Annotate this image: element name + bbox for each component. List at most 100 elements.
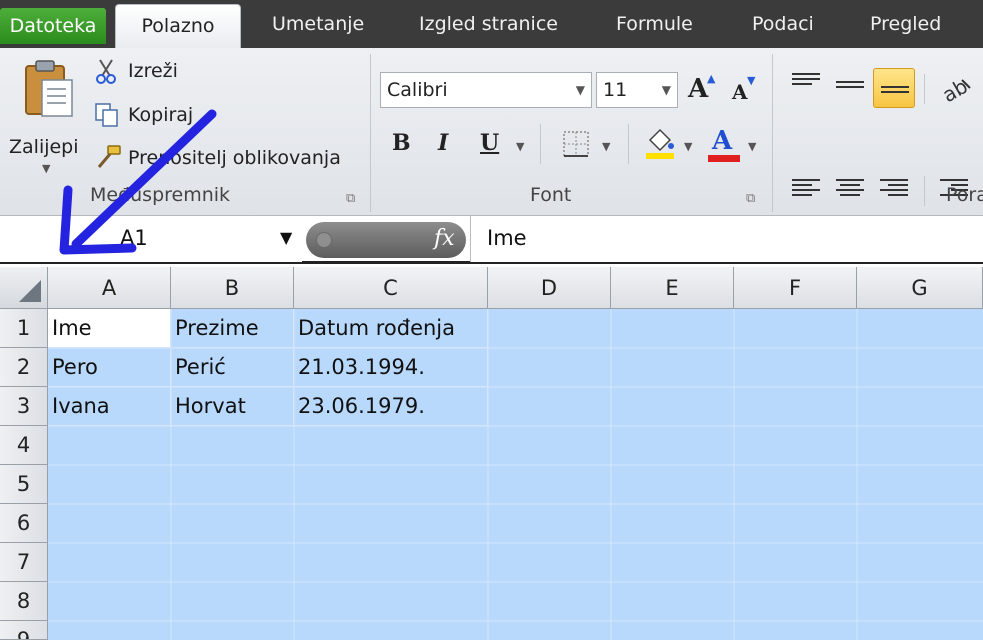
font-color-dropdown-icon[interactable]: ▼ xyxy=(748,140,756,153)
alignment-group-label: Pora xyxy=(946,184,983,206)
row-header-5[interactable]: 5 xyxy=(0,465,48,504)
formula-input[interactable]: Ime xyxy=(470,216,983,262)
cell-a2[interactable]: Pero xyxy=(48,348,171,387)
cell-a3[interactable]: Ivana xyxy=(48,387,171,426)
font-size-value: 11 xyxy=(603,79,628,101)
name-box-value: A1 xyxy=(120,226,148,250)
ribbon: Zalijepi ▼ Izreži Kopiraj Prenositelj ob… xyxy=(0,48,983,216)
align-left-icon[interactable] xyxy=(792,176,820,200)
tab-insert[interactable]: Umetanje xyxy=(272,0,364,48)
copy-button[interactable]: Kopiraj xyxy=(94,102,224,132)
orientation-icon[interactable]: ab xyxy=(940,74,974,104)
borders-dropdown-icon[interactable]: ▼ xyxy=(602,140,610,153)
paste-icon xyxy=(25,60,73,117)
font-launcher-icon[interactable]: ⧉ xyxy=(746,191,755,206)
tab-page-layout[interactable]: Izgled stranice xyxy=(419,0,558,48)
formula-controls: fx xyxy=(306,222,466,258)
divider xyxy=(924,74,925,104)
cell-b1[interactable]: Prezime xyxy=(171,309,294,348)
ribbon-tab-bar: Datoteka Polazno Umetanje Izgled stranic… xyxy=(0,0,983,50)
copy-label: Kopiraj xyxy=(128,104,194,126)
align-bottom-icon xyxy=(881,83,909,107)
increase-icon: ▲ xyxy=(707,72,716,85)
cell-b2[interactable]: Perić xyxy=(171,348,294,387)
align-top-icon[interactable] xyxy=(792,70,820,94)
chevron-down-icon: ▼ xyxy=(575,83,585,97)
divider xyxy=(628,124,629,164)
cut-label: Izreži xyxy=(128,60,178,82)
font-color-label: A xyxy=(712,126,733,156)
row-header-9[interactable]: 9 xyxy=(0,621,48,640)
column-header-d[interactable]: D xyxy=(488,267,611,309)
shrink-font-button[interactable]: A xyxy=(732,80,748,104)
group-divider xyxy=(772,54,773,212)
grow-font-button[interactable]: A xyxy=(688,74,708,104)
cell-c1[interactable]: Datum rođenja xyxy=(294,309,488,348)
font-size-select[interactable]: 11 ▼ xyxy=(596,72,678,108)
font-name-value: Calibri xyxy=(387,79,448,101)
font-group-label: Font xyxy=(530,184,572,206)
column-header-f[interactable]: F xyxy=(734,267,857,309)
row-header-4[interactable]: 4 xyxy=(0,426,48,465)
align-middle-icon[interactable] xyxy=(836,78,864,102)
select-all-icon xyxy=(19,280,41,302)
formula-bar: A1 ▼ fx Ime xyxy=(0,216,983,264)
scissors-icon xyxy=(96,59,116,84)
underline-button[interactable]: U xyxy=(480,130,499,156)
paste-label: Zalijepi xyxy=(9,136,79,158)
insert-function-button[interactable]: fx xyxy=(434,226,455,251)
cell-c2[interactable]: 21.03.1994. xyxy=(294,348,488,387)
tab-home[interactable]: Polazno xyxy=(115,4,241,50)
tab-data[interactable]: Podaci xyxy=(752,0,814,48)
row-header-1[interactable]: 1 xyxy=(0,309,48,348)
align-center-icon[interactable] xyxy=(836,176,864,200)
row-header-8[interactable]: 8 xyxy=(0,582,48,621)
clipboard-group-label: Međuspremnik xyxy=(90,184,231,206)
svg-text:ab: ab xyxy=(940,74,972,104)
cell-c3[interactable]: 23.06.1979. xyxy=(294,387,488,426)
borders-icon[interactable] xyxy=(562,130,590,158)
paste-button[interactable]: Zalijepi ▼ xyxy=(8,56,84,176)
tab-review[interactable]: Pregled xyxy=(870,0,941,48)
row-header-3[interactable]: 3 xyxy=(0,387,48,426)
column-header-g[interactable]: G xyxy=(857,267,983,309)
tab-formulas[interactable]: Formule xyxy=(616,0,693,48)
format-painter-button[interactable]: Prenositelj oblikovanja xyxy=(94,144,362,174)
spreadsheet-grid: A B C D E F G 1 2 3 4 5 6 7 8 9 Ime Prez… xyxy=(0,267,983,640)
font-name-select[interactable]: Calibri ▼ xyxy=(380,72,592,108)
fill-color-dropdown-icon[interactable]: ▼ xyxy=(684,140,692,153)
select-all-button[interactable] xyxy=(0,267,48,309)
font-color-button[interactable]: A xyxy=(706,124,740,164)
divider xyxy=(540,124,541,164)
paste-dropdown-icon[interactable]: ▼ xyxy=(42,162,50,175)
align-bottom-button[interactable] xyxy=(873,68,915,108)
chevron-down-icon[interactable]: ▼ xyxy=(280,228,292,247)
column-header-a[interactable]: A xyxy=(48,267,171,309)
bold-button[interactable]: B xyxy=(392,130,411,156)
column-header-b[interactable]: B xyxy=(171,267,294,309)
column-header-e[interactable]: E xyxy=(611,267,734,309)
group-divider xyxy=(370,54,371,212)
cell-a1[interactable]: Ime xyxy=(48,309,171,348)
formula-value: Ime xyxy=(487,226,527,250)
format-painter-label: Prenositelj oblikovanja xyxy=(128,147,341,169)
row-header-7[interactable]: 7 xyxy=(0,543,48,582)
row-header-2[interactable]: 2 xyxy=(0,348,48,387)
underline-dropdown-icon[interactable]: ▼ xyxy=(516,140,524,153)
divider xyxy=(924,176,925,206)
chevron-down-icon: ▼ xyxy=(661,83,671,97)
align-right-icon[interactable] xyxy=(880,176,908,200)
resize-handle-icon[interactable] xyxy=(316,232,332,248)
cut-button[interactable]: Izreži xyxy=(94,58,204,88)
italic-button[interactable]: I xyxy=(438,130,448,156)
decrease-icon: ▼ xyxy=(747,74,756,87)
copy-icon xyxy=(95,103,118,127)
tab-file[interactable]: Datoteka xyxy=(0,8,106,44)
column-header-c[interactable]: C xyxy=(294,267,488,309)
fill-color-icon[interactable] xyxy=(644,126,676,160)
clipboard-launcher-icon[interactable]: ⧉ xyxy=(346,191,355,206)
name-box[interactable]: A1 ▼ xyxy=(0,216,302,262)
font-color-swatch xyxy=(708,155,740,162)
row-header-6[interactable]: 6 xyxy=(0,504,48,543)
cell-b3[interactable]: Horvat xyxy=(171,387,294,426)
